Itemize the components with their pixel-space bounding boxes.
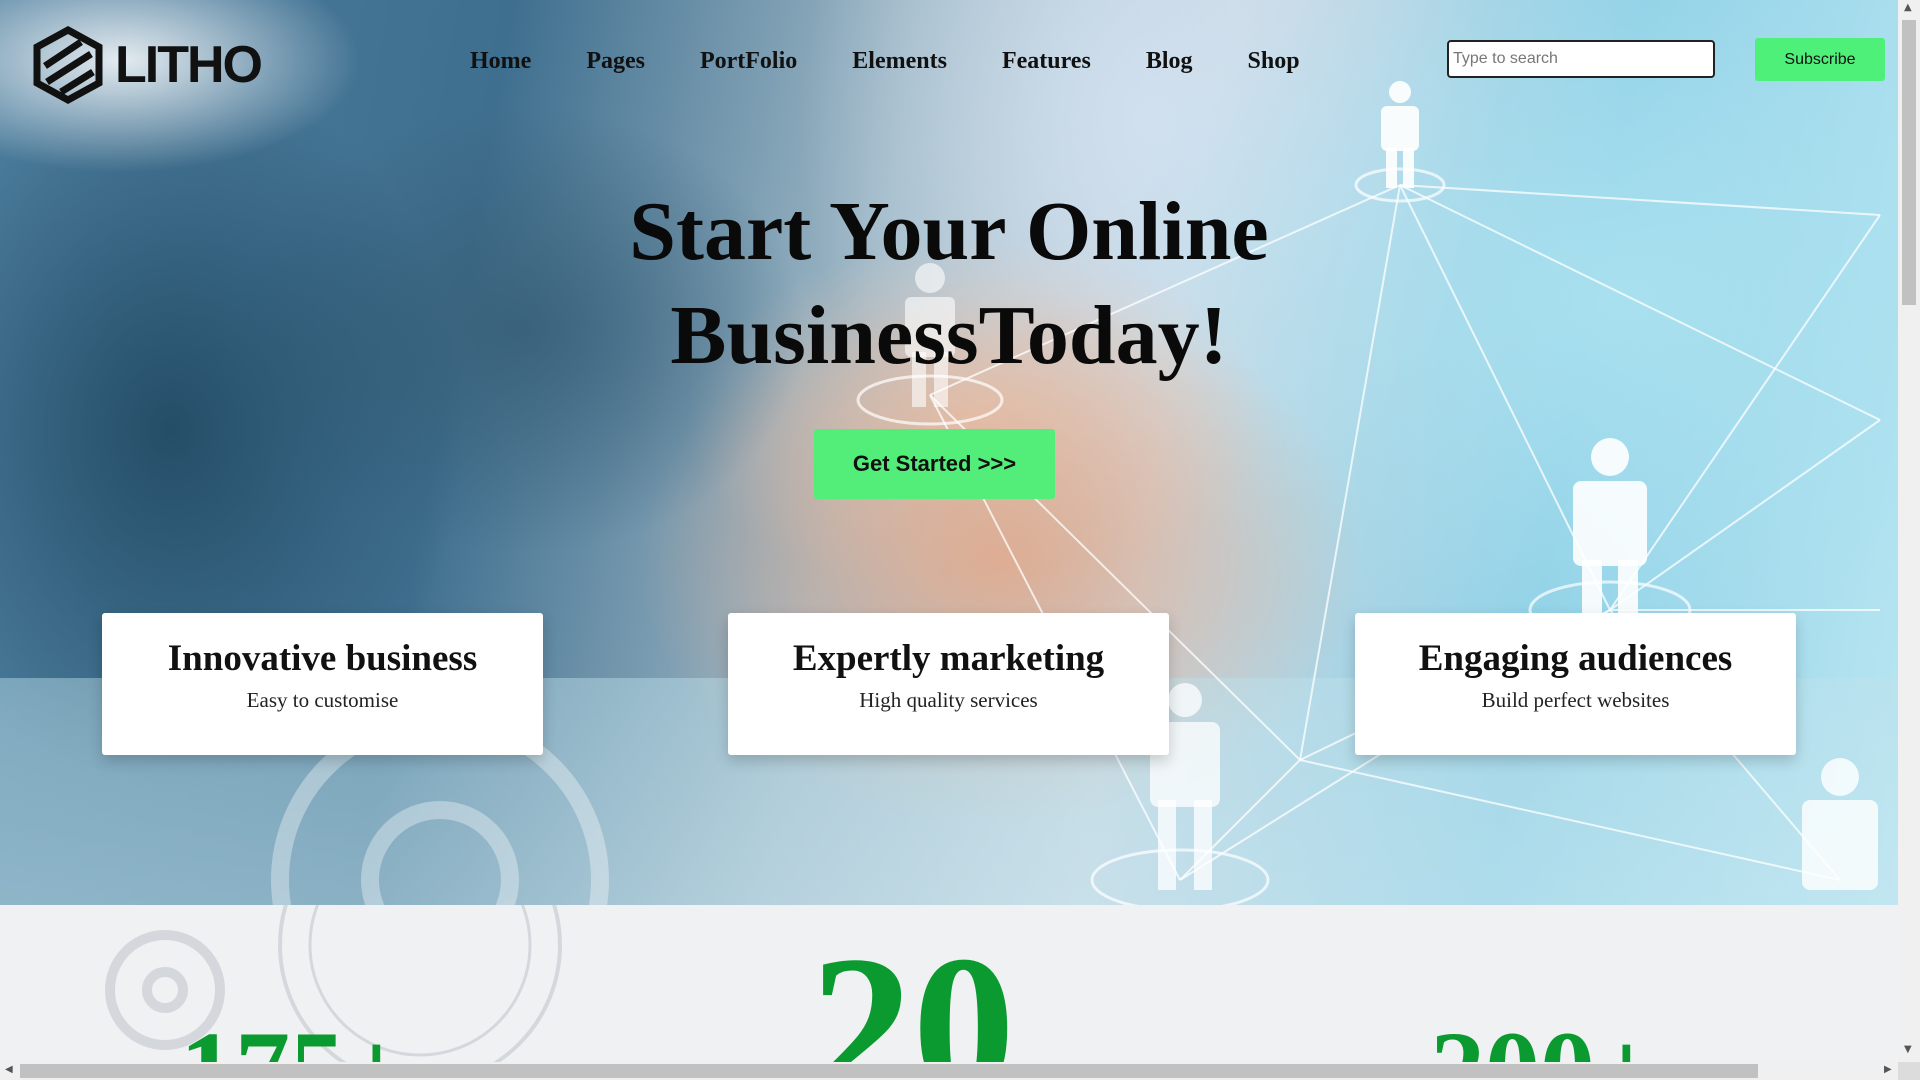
subscribe-button[interactable]: Subscribe (1755, 38, 1885, 81)
feature-card-subtitle: Build perfect websites (1481, 688, 1670, 712)
feature-card: Engaging audiences Build perfect website… (1355, 613, 1796, 755)
stat-value: 20 (810, 914, 1015, 1080)
feature-card-title: Expertly marketing (792, 638, 1105, 679)
nav-item-pages[interactable]: Pages (586, 48, 645, 75)
feature-card-subtitle: High quality services (859, 688, 1038, 712)
hero-headline-line1: Start Your Online (629, 185, 1269, 278)
feature-card-title: Engaging audiences (1418, 638, 1733, 679)
scroll-right-arrow-icon[interactable]: ▶ (1884, 1064, 1892, 1075)
feature-card-subtitle: Easy to customise (246, 688, 399, 712)
scroll-down-arrow-icon[interactable]: ▼ (1904, 1044, 1912, 1055)
scrollbar-corner (1898, 1062, 1920, 1080)
main-nav: Home Pages PortFolio Elements Features B… (470, 48, 1355, 75)
feature-card-title: Innovative business (167, 638, 478, 679)
feature-card: Innovative business Easy to customise (102, 613, 543, 755)
stats-section: 175+ 20 200+ (0, 905, 1898, 1080)
horizontal-scrollbar-thumb[interactable] (20, 1064, 1758, 1078)
hero-headline: Start Your Online BusinessToday! (0, 180, 1898, 388)
vertical-scrollbar-thumb[interactable] (1902, 20, 1916, 305)
nav-item-home[interactable]: Home (470, 48, 531, 75)
hexagon-logo-icon (33, 26, 103, 104)
nav-item-portfolio[interactable]: PortFolio (700, 48, 797, 75)
nav-item-elements[interactable]: Elements (852, 48, 947, 75)
scroll-left-arrow-icon[interactable]: ◀ (5, 1064, 13, 1075)
nav-item-features[interactable]: Features (1002, 48, 1091, 75)
nav-item-shop[interactable]: Shop (1248, 48, 1300, 75)
nav-item-blog[interactable]: Blog (1146, 48, 1193, 75)
brand-logo[interactable]: LITHO (33, 26, 263, 104)
search-input[interactable] (1447, 40, 1715, 78)
get-started-button[interactable]: Get Started >>> (814, 429, 1055, 499)
feature-card: Expertly marketing High quality services (728, 613, 1169, 755)
scroll-up-arrow-icon[interactable]: ▲ (1904, 2, 1912, 13)
hero-headline-line2: BusinessToday! (670, 289, 1228, 382)
brand-name: LITHO (115, 36, 263, 94)
